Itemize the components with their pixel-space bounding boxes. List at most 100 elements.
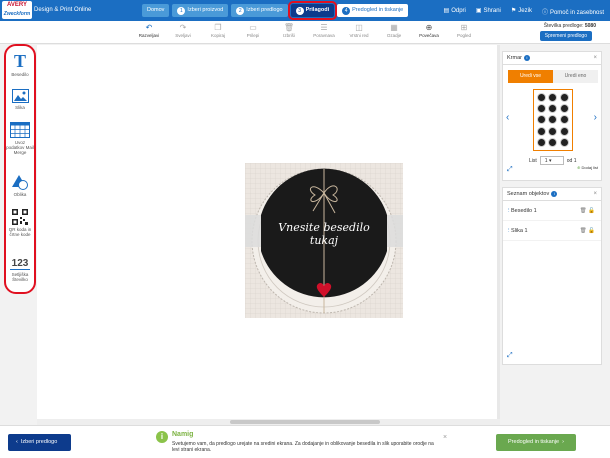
- paste-button[interactable]: ▭ Prilepi: [238, 23, 268, 38]
- logo-sub: Zweckform: [3, 11, 31, 17]
- copy-label: Kopiraj: [210, 33, 225, 38]
- paste-icon: ▭: [249, 23, 257, 32]
- chevron-left-icon[interactable]: ‹: [506, 112, 509, 123]
- close-icon[interactable]: ×: [443, 434, 447, 441]
- step-label: Predogled in tiskanje: [352, 7, 404, 13]
- lock-icon[interactable]: 🔓: [588, 208, 595, 214]
- save-icon: ▣: [475, 8, 482, 14]
- step-label: Izberi predlogo: [246, 7, 283, 13]
- folder-icon: ▤: [443, 8, 450, 14]
- zoom-label: Povečava: [419, 33, 439, 38]
- tool-numbering[interactable]: 123 Setljiška Številko: [6, 258, 34, 282]
- sheet-dropdown[interactable]: 1 ▾: [539, 156, 564, 165]
- next-label: Predogled in tiskanje: [508, 439, 560, 445]
- close-icon[interactable]: ×: [593, 52, 597, 65]
- scroll-thumb[interactable]: [230, 420, 380, 424]
- step-number: 1: [177, 6, 186, 15]
- flag-icon: ⚑: [510, 8, 517, 14]
- view-button[interactable]: ⊞ Pogled: [449, 23, 479, 38]
- undo-icon: ↶: [145, 23, 153, 32]
- chevron-right-icon: ›: [562, 439, 564, 445]
- help-button[interactable]: ⓘ Pomoč in zasebnost: [542, 7, 604, 16]
- copy-button[interactable]: ❐ Kopiraj: [203, 23, 233, 38]
- preview-print-button[interactable]: Predogled in tiskanje ›: [496, 434, 576, 451]
- step-number: 4: [342, 6, 351, 15]
- tool-qr-barcode[interactable]: QR koda in črtne kode: [6, 209, 34, 237]
- background-button[interactable]: ▦ Ozadje: [379, 23, 409, 38]
- avery-logo[interactable]: AVERY Zweckform: [2, 1, 32, 19]
- step-number: 3: [295, 6, 304, 15]
- step-select-product[interactable]: 1 Izberi proizvod: [172, 4, 229, 17]
- sheet-value: 1: [544, 158, 548, 164]
- zoom-button[interactable]: ⊕ Povečava: [414, 23, 444, 38]
- align-button[interactable]: ☰ Poravnava: [309, 23, 339, 38]
- redo-label: Sveljavi: [175, 33, 191, 38]
- copy-icon: ❐: [214, 23, 222, 32]
- language-label: Jezik: [518, 8, 532, 14]
- help-icon: ⓘ: [541, 10, 548, 16]
- navigator-title: Krmar: [507, 55, 522, 61]
- sheet-selector: List 1 ▾ od 1: [529, 156, 577, 165]
- tab-edit-all[interactable]: Uredi vse: [508, 70, 553, 83]
- background-icon: ▦: [390, 23, 398, 32]
- change-template-button[interactable]: Spremeni predlogo: [539, 31, 592, 41]
- trash-icon[interactable]: 🗑: [580, 208, 587, 214]
- step-label: Prilagodi: [305, 7, 330, 13]
- tool-shape[interactable]: Oblika: [6, 174, 34, 197]
- background-label: Ozadje: [386, 33, 402, 38]
- label-design[interactable]: Vnesite besedilo tukaj: [245, 163, 403, 318]
- redo-button[interactable]: ↷ Sveljavi: [168, 23, 198, 38]
- order-button[interactable]: ◫ Vrstni red: [344, 23, 374, 38]
- label-text[interactable]: Vnesite besedilo tukaj: [273, 221, 375, 247]
- top-actions: ▤ Odpri ▣ Shrani ⚑ Jezik ⓘ Pomoč in zasebnos…: [444, 7, 604, 16]
- template-number-label: Številka predloge:: [543, 23, 584, 29]
- trash-icon[interactable]: 🗑: [580, 228, 587, 234]
- shapes-icon: [12, 175, 28, 190]
- save-button[interactable]: ▣ Shrani: [476, 7, 501, 16]
- step-home[interactable]: Domov: [142, 4, 170, 17]
- edit-mode-tabs: Uredi vse Uredi eno: [508, 70, 598, 83]
- numbering-icon: 123: [10, 258, 30, 270]
- lock-icon[interactable]: 🔓: [588, 228, 595, 234]
- sheet-thumbnail[interactable]: [533, 89, 573, 151]
- tool-mail-merge[interactable]: Uvoz podatkov Mail Merge: [6, 122, 34, 155]
- step-label: Izberi proizvod: [187, 7, 224, 13]
- paste-label: Prilepi: [246, 33, 260, 38]
- objects-title: Seznam objektov: [507, 191, 550, 197]
- language-button[interactable]: ⚑ Jezik: [511, 7, 532, 16]
- object-actions: 🗑 🔓: [580, 201, 595, 221]
- save-label: Shrani: [483, 8, 501, 14]
- info-icon[interactable]: i: [523, 55, 530, 61]
- tab-edit-one[interactable]: Uredi eno: [553, 70, 598, 83]
- navigator-header: Krmar i ×: [503, 52, 601, 65]
- help-label: Pomoč in zasebnost: [549, 10, 604, 16]
- drag-handle-icon[interactable]: ⋮: [506, 201, 512, 221]
- step-customize[interactable]: 3 Prilagodi: [287, 1, 338, 20]
- back-button[interactable]: ‹ Izberi predlogo: [8, 434, 71, 451]
- step-preview-print[interactable]: 4 Predogled in tiskanje: [337, 4, 409, 17]
- undo-button[interactable]: ↶ Razveljavi: [134, 23, 164, 38]
- expand-icon[interactable]: ⤢: [507, 166, 513, 174]
- vertical-scrollbar[interactable]: [497, 45, 500, 419]
- object-label: Slika 1: [511, 228, 528, 234]
- app-title: Design & Print Online: [34, 7, 92, 13]
- tool-label: QR koda in črtne kode: [8, 227, 32, 237]
- chevron-right-icon[interactable]: ›: [594, 112, 597, 123]
- delete-label: Izbriši: [283, 33, 295, 38]
- object-item[interactable]: ⋮ Slika 1 🗑 🔓: [503, 221, 601, 241]
- expand-icon[interactable]: ⤢: [507, 352, 513, 360]
- step-label: Domov: [147, 7, 165, 13]
- open-button[interactable]: ▤ Odpri: [444, 7, 466, 16]
- step-select-template[interactable]: 2 Izberi predlogo: [231, 4, 288, 17]
- order-label: Vrstni red: [349, 33, 369, 38]
- drag-handle-icon[interactable]: ⋮: [506, 221, 512, 241]
- tool-image[interactable]: Slika: [6, 89, 34, 110]
- close-icon[interactable]: ×: [593, 188, 597, 201]
- tool-text[interactable]: T Besedilo: [6, 52, 34, 77]
- object-item[interactable]: ⋮ Besedilo 1 🗑 🔓: [503, 201, 601, 221]
- object-actions: 🗑 🔓: [580, 221, 595, 241]
- chevron-left-icon: ‹: [16, 439, 18, 445]
- delete-button[interactable]: 🗑 Izbriši: [274, 23, 304, 38]
- add-sheet-button[interactable]: ⊕ Dodaj list: [577, 165, 598, 170]
- info-icon[interactable]: i: [551, 191, 558, 197]
